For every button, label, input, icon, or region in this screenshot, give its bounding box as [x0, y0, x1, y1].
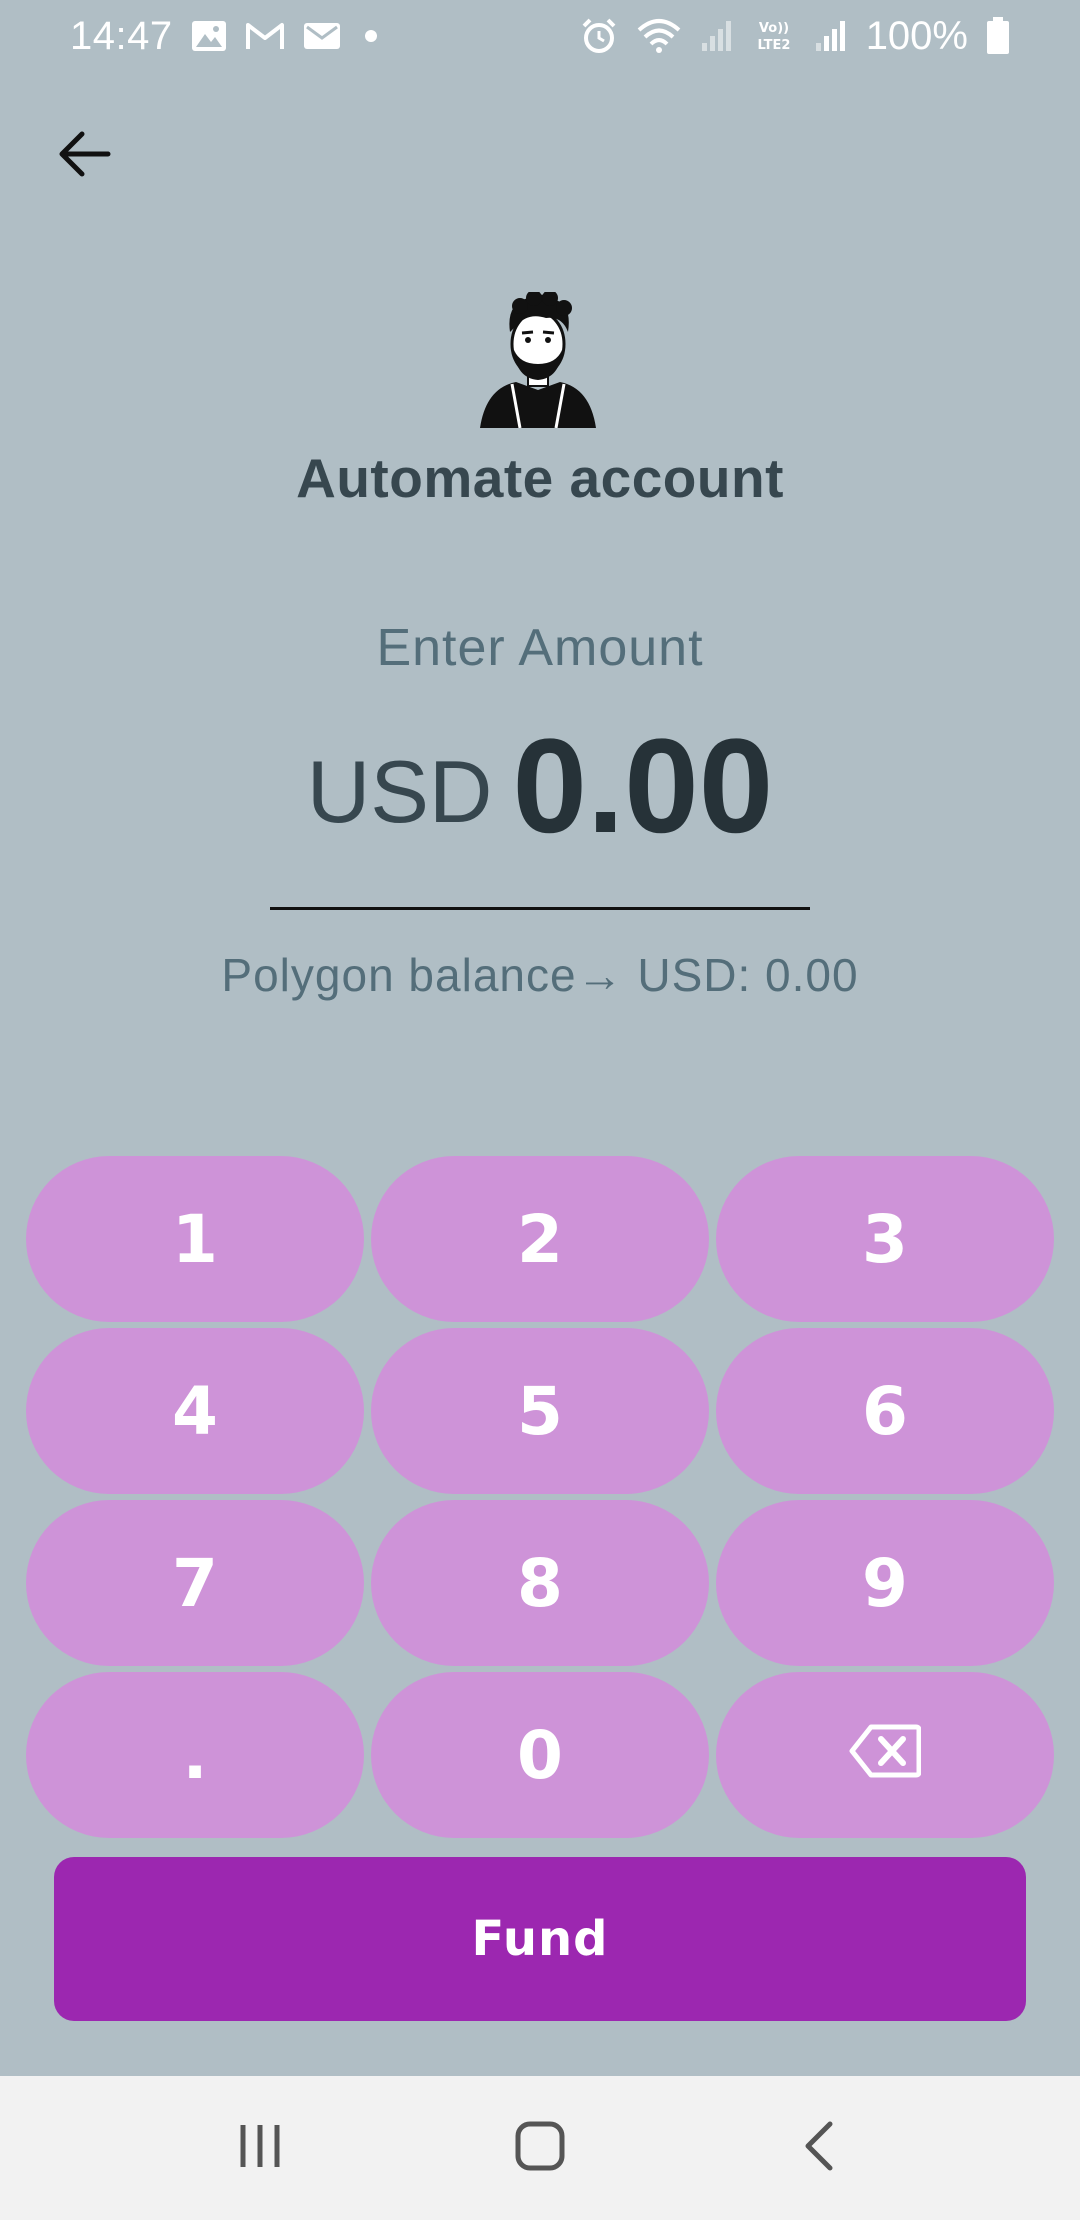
key-8[interactable]: 8: [371, 1500, 709, 1666]
key-6[interactable]: 6: [716, 1328, 1054, 1494]
gallery-icon: [191, 20, 227, 52]
status-right: Vo)) LTE2 100%: [580, 14, 1010, 59]
arrow-left-icon: [56, 129, 112, 184]
backspace-icon: [849, 1717, 922, 1794]
key-3[interactable]: 3: [716, 1156, 1054, 1322]
key-1[interactable]: 1: [26, 1156, 364, 1322]
keypad: 1 2 3 4 5 6 7 8 9 . 0: [26, 1156, 1054, 1838]
key-5[interactable]: 5: [371, 1328, 709, 1494]
gmail-icon: [245, 21, 285, 51]
battery-percent: 100%: [865, 13, 968, 58]
svg-text:Vo)): Vo)): [759, 21, 789, 36]
key-7[interactable]: 7: [26, 1500, 364, 1666]
status-time: 14:47: [70, 13, 173, 58]
polygon-balance: Polygon balance→ USD: 0.00: [221, 949, 859, 1001]
avatar: [476, 290, 600, 429]
key-decimal[interactable]: .: [26, 1672, 364, 1838]
status-left: 14:47: [70, 14, 383, 59]
key-backspace[interactable]: [716, 1672, 1054, 1838]
key-9[interactable]: 9: [716, 1500, 1054, 1666]
key-0[interactable]: 0: [371, 1672, 709, 1838]
wifi-icon: [636, 18, 682, 54]
back-button[interactable]: [46, 118, 122, 194]
back-icon: [800, 2120, 840, 2177]
amount-value: 0.00: [512, 712, 774, 861]
signal-icon: [814, 19, 848, 53]
signal-icon: [700, 19, 734, 53]
svg-text:LTE2: LTE2: [757, 38, 790, 53]
volte-icon: Vo)) LTE2: [752, 18, 796, 54]
bearded-man-avatar: [480, 290, 596, 429]
dot-icon: [359, 24, 383, 48]
home-icon: [514, 2120, 566, 2177]
nav-back-button[interactable]: [770, 2098, 870, 2198]
enter-amount-label: Enter Amount: [376, 619, 704, 677]
nav-bar: [0, 2076, 1080, 2220]
amount-display[interactable]: USD 0.00: [0, 720, 1080, 854]
amount-underline: [270, 907, 810, 910]
fund-button[interactable]: Fund: [54, 1857, 1026, 2021]
home-button[interactable]: [490, 2098, 590, 2198]
recent-apps-icon: [235, 2121, 285, 2176]
key-2[interactable]: 2: [371, 1156, 709, 1322]
mail-icon: [303, 21, 341, 51]
status-bar: 14:47 Vo)) LTE2 100%: [0, 0, 1080, 72]
amount-currency: USD: [306, 742, 493, 841]
account-title: Automate account: [296, 447, 784, 509]
battery-icon: [986, 17, 1010, 55]
alarm-icon: [580, 17, 618, 55]
recent-apps-button[interactable]: [210, 2098, 310, 2198]
key-4[interactable]: 4: [26, 1328, 364, 1494]
